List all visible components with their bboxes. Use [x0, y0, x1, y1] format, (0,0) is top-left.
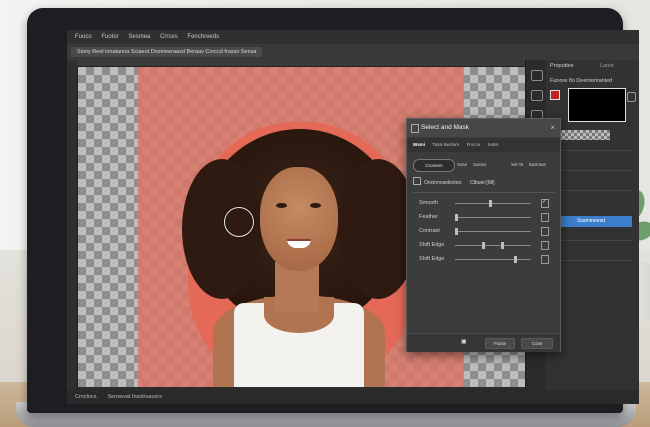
slider-track[interactable]: [455, 256, 531, 263]
cancel-button[interactable]: Cose: [521, 338, 553, 349]
mode-option[interactable]: Earmtue: [529, 159, 546, 170]
slider-label: Shift Edge: [419, 242, 445, 248]
color-swatch[interactable]: [550, 90, 560, 100]
divider: [550, 150, 632, 151]
tab-force[interactable]: Frocce: [467, 142, 481, 147]
slider-label: Contrast: [419, 228, 440, 234]
slider-row: Feather: [417, 211, 553, 223]
selected-layer-button[interactable]: Ssammeead: [550, 216, 632, 227]
status-bar: Crnclocs. Sensevat Insstruacers: [67, 390, 639, 404]
menu-item[interactable]: Fuoco: [75, 34, 92, 40]
divider: [550, 240, 632, 241]
slider-handle[interactable]: [455, 214, 458, 221]
divider: [550, 170, 632, 171]
mode-option[interactable]: Sel Te: [511, 159, 523, 170]
slider-handle[interactable]: [514, 256, 518, 263]
menu-item[interactable]: Fenchreeds: [187, 34, 219, 40]
dialog-tabs: Wsmi Tassi Besfarn Frocce Sotet: [407, 138, 560, 152]
slider-track[interactable]: [455, 228, 531, 235]
document-tab[interactable]: Siony Reel innatanna Sciaeot Dosmeeraasd…: [71, 47, 263, 57]
dialog-title-bar[interactable]: Select and Mask ×: [407, 119, 560, 137]
menu-item[interactable]: Fuotor: [101, 34, 118, 40]
tab-properties[interactable]: Proputtes: [550, 63, 574, 69]
slider-row: Smooth: [417, 196, 553, 209]
tab-view[interactable]: Wsmi: [413, 142, 425, 147]
slider-label: Shift Edge: [419, 256, 445, 262]
options-bar: Siony Reel innatanna Sciaeot Dosmeeraasd…: [67, 44, 639, 61]
slider-handle[interactable]: [500, 242, 504, 249]
slider-handle[interactable]: [481, 242, 485, 249]
view-checkbox[interactable]: [413, 177, 421, 185]
slider-checkbox[interactable]: [541, 196, 549, 208]
slider-track[interactable]: [455, 242, 531, 249]
slider-checkbox[interactable]: [541, 255, 549, 264]
lock-icon[interactable]: [627, 92, 636, 102]
slider-row: Shift Edge: [417, 239, 553, 251]
status-text: Sensevat Insstruacers: [107, 394, 162, 400]
status-text: Crnclocs.: [75, 394, 98, 400]
tab-refine[interactable]: Tassi Besfarn: [432, 142, 459, 147]
tank-top: [234, 297, 364, 387]
layer-mask-thumbnail[interactable]: [568, 88, 626, 122]
adjust-icon[interactable]: [531, 90, 543, 101]
view-value[interactable]: Ctbuer:[Ml]: [470, 180, 494, 186]
divider: [413, 192, 555, 193]
slider-checkbox[interactable]: [541, 227, 549, 236]
divider: [550, 260, 632, 261]
mode-button[interactable]: Crovrem: [413, 159, 455, 172]
slider-row: Contrast: [417, 225, 553, 237]
menu-bar: Fuoco Fuotor Sesmea Crrces Fenchreeds: [67, 30, 639, 44]
slider-label: Feather: [419, 214, 438, 220]
ruler: [77, 60, 525, 67]
menu-item[interactable]: Sesmea: [128, 34, 150, 40]
layers-icon[interactable]: [531, 70, 543, 81]
slider-handle[interactable]: [489, 200, 493, 207]
slider-row: Shift Edge: [417, 253, 553, 265]
tab-layer[interactable]: Lanot: [600, 63, 614, 69]
select-and-mask-dialog: Select and Mask × Wsmi Tassi Besfarn Fro…: [406, 118, 561, 352]
slider-checkbox[interactable]: [541, 213, 549, 222]
brush-cursor-icon: [224, 207, 254, 237]
tools-panel: [67, 60, 78, 390]
slider-label: Smooth: [419, 200, 438, 206]
face: [260, 167, 338, 271]
slider-track[interactable]: [455, 214, 531, 221]
slider-track[interactable]: [455, 200, 531, 207]
ok-button[interactable]: Fiuste: [485, 338, 515, 349]
dialog-title: Select and Mask: [421, 124, 470, 131]
close-icon[interactable]: ×: [550, 119, 555, 137]
tab-select[interactable]: Sotet: [488, 142, 499, 147]
menu-item[interactable]: Crrces: [160, 34, 178, 40]
slider-checkbox[interactable]: [541, 241, 549, 250]
mode-option[interactable]: Ssse: [457, 159, 467, 170]
mode-row: Crovrem Ssse Sasiss Sel Te Earmtue: [413, 159, 555, 172]
slider-handle[interactable]: [455, 228, 458, 235]
dialog-icon: [411, 124, 419, 133]
view-label: Oncinnoselecton.: [424, 180, 463, 186]
divider: [550, 190, 632, 191]
layer-label: Funore flo Deententanled: [550, 78, 613, 84]
output-icon[interactable]: ▣: [461, 338, 467, 347]
mode-option[interactable]: Sasiss: [473, 159, 486, 170]
dialog-footer: ▣ Fiuste Cose: [407, 333, 560, 352]
view-row: Oncinnoselecton. Ctbuer:[Ml]: [413, 177, 555, 187]
